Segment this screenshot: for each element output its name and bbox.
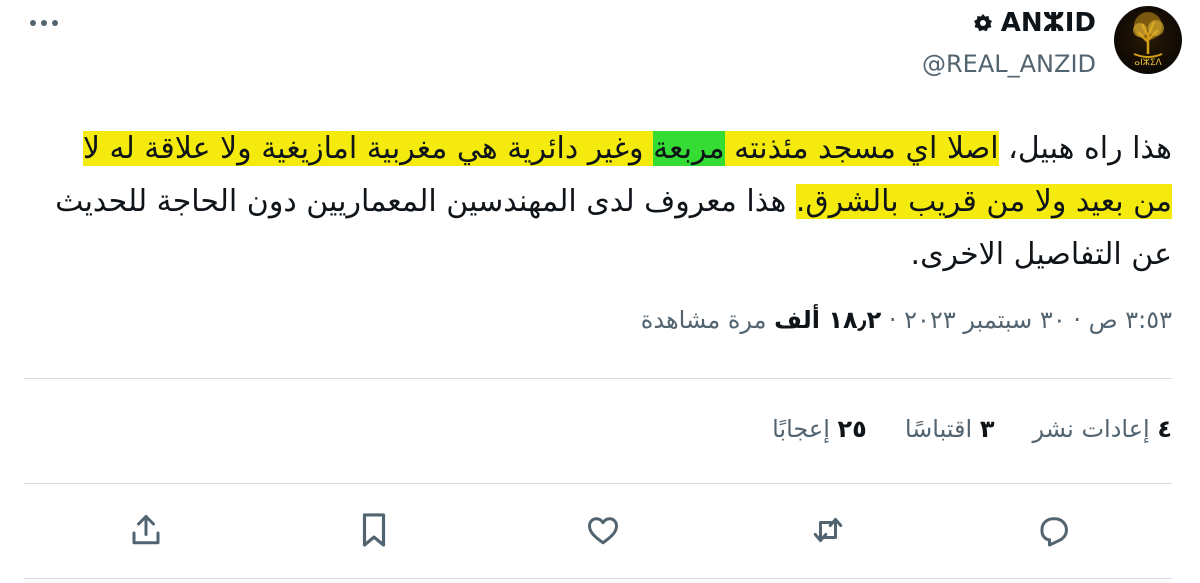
author-display-name: ANⵣID — [1000, 8, 1096, 38]
like-icon — [588, 517, 618, 545]
divider — [24, 483, 1172, 484]
bookmark-icon — [362, 513, 386, 547]
retweet-button[interactable] — [803, 505, 853, 555]
quotes-count: ٣ — [979, 415, 995, 443]
share-icon — [132, 515, 160, 545]
avatar[interactable]: ⴰⵏⵣⵉⴷ — [1114, 6, 1182, 74]
more-icon — [30, 20, 58, 26]
tweet-actions-bar — [0, 505, 1200, 561]
retweets-label: إعادات نشر — [1032, 415, 1150, 443]
divider — [24, 378, 1172, 379]
tweet-text-highlight-1: اصلا اي مسجد مئذنته — [724, 131, 999, 166]
views-count: ١٨٫٢ ألف — [774, 306, 882, 334]
tweet-timestamp[interactable]: ٣:٥٣ ص · ٣٠ سبتمبر ٢٠٢٣ · — [881, 306, 1172, 334]
like-button[interactable] — [578, 505, 628, 555]
tweet-text-plain-1: هذا راه هبيل، — [998, 131, 1172, 166]
author-info: ANⵣID @REAL_ANZID — [922, 8, 1096, 78]
share-button[interactable] — [121, 505, 171, 555]
avatar-logo-text: ⴰⵏⵣⵉⴷ — [1134, 58, 1162, 68]
likes-stat[interactable]: ٢٥ إعجابًا — [772, 415, 867, 443]
tweet-text-highlight-green: مربعة — [653, 131, 725, 166]
tweet-stats: ٤ إعادات نشر ٣ اقتباسًا ٢٥ إعجابًا — [772, 415, 1172, 443]
likes-count: ٢٥ — [837, 415, 867, 443]
verified-badge-icon — [973, 14, 992, 32]
quotes-label: اقتباسًا — [904, 415, 973, 443]
quotes-stat[interactable]: ٣ اقتباسًا — [905, 415, 995, 443]
author-handle[interactable]: @REAL_ANZID — [922, 50, 1096, 78]
reply-button[interactable] — [1029, 505, 1079, 555]
bookmark-button[interactable] — [349, 505, 399, 555]
likes-label: إعجابًا — [772, 415, 830, 443]
tweet-meta: ٣:٥٣ ص · ٣٠ سبتمبر ٢٠٢٣ · ١٨٫٢ ألف مرة م… — [641, 306, 1172, 334]
author-display-name-row[interactable]: ANⵣID — [922, 8, 1096, 38]
retweets-stat[interactable]: ٤ إعادات نشر — [1032, 415, 1172, 443]
reply-icon — [1040, 517, 1068, 547]
retweet-icon — [813, 518, 843, 542]
tweet-text: هذا راه هبيل، اصلا اي مسجد مئذنته مربعة … — [42, 122, 1172, 281]
more-options-button[interactable] — [24, 8, 64, 38]
views-label: مرة مشاهدة — [640, 306, 775, 334]
retweets-count: ٤ — [1157, 415, 1172, 443]
divider — [24, 578, 1172, 579]
